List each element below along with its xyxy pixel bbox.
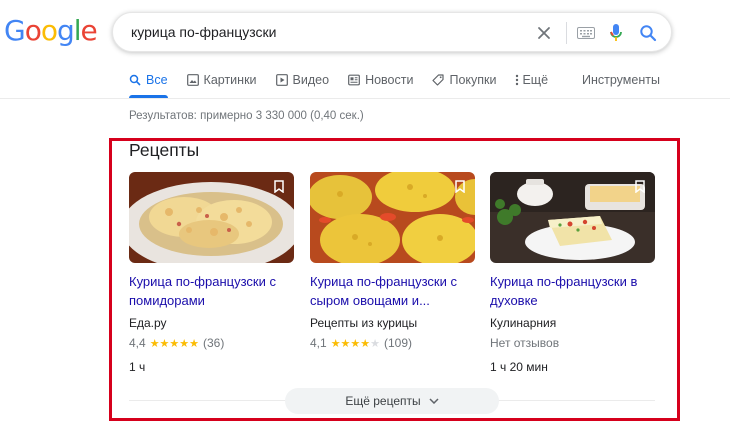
header-divider: [0, 98, 730, 99]
cook-time: 1 ч 20 мин: [490, 360, 548, 374]
tab-all[interactable]: Все: [129, 66, 168, 98]
review-count: (109): [384, 336, 413, 350]
clear-icon[interactable]: [533, 22, 555, 44]
rating-value: 4,1: [310, 336, 327, 350]
recipe-title-link[interactable]: Курица по-французски с помидорами: [129, 272, 294, 310]
no-reviews-label: Нет отзывов: [490, 336, 560, 350]
search-input[interactable]: курица по-французски: [131, 24, 277, 40]
cook-time: 1 ч: [129, 360, 146, 374]
result-stats: Результатов: примерно 3 330 000 (0,40 се…: [129, 110, 364, 122]
video-icon: [275, 74, 288, 86]
tab-news[interactable]: Новости: [348, 66, 413, 94]
search-divider: [566, 22, 567, 44]
tab-label: Покупки: [449, 73, 497, 87]
more-recipes-button[interactable]: Ещё рецепты: [285, 388, 499, 414]
search-tabs: Все Картинки Видео Новости Покупки Ещё: [129, 66, 567, 98]
tab-label: Ещё: [522, 73, 549, 87]
rating-value: 4,4: [129, 336, 146, 350]
recipe-source: Рецепты из курицы: [310, 316, 418, 330]
google-logo[interactable]: Google: [4, 14, 98, 47]
bookmark-icon[interactable]: [635, 180, 645, 198]
logo-letter: l: [73, 14, 82, 47]
image-icon: [186, 74, 199, 86]
recipe-title-link[interactable]: Курица по-французски в духовке: [490, 272, 655, 310]
recipe-image[interactable]: [129, 172, 294, 263]
logo-letter: o: [40, 14, 58, 47]
tab-images[interactable]: Картинки: [186, 66, 257, 94]
recipe-card[interactable]: Курица по-французски с помидорами Еда.ру…: [129, 172, 294, 374]
recipe-rating: 4,1 ★★★★★ (109): [310, 336, 475, 350]
logo-letter: G: [4, 14, 26, 47]
tab-video[interactable]: Видео: [275, 66, 330, 94]
tab-label: Новости: [365, 73, 414, 87]
more-vert-icon: [515, 74, 519, 86]
tools-button[interactable]: Инструменты: [582, 73, 660, 87]
tab-label: Все: [146, 73, 168, 87]
tab-label: Картинки: [203, 73, 257, 87]
recipe-card[interactable]: Курица по-французски с сыром овощами и..…: [310, 172, 475, 350]
review-count: (36): [203, 336, 225, 350]
recipe-title-link[interactable]: Курица по-французски с сыром овощами и..…: [310, 272, 475, 310]
tab-more[interactable]: Ещё: [515, 66, 548, 94]
bookmark-icon[interactable]: [455, 180, 465, 198]
recipe-card[interactable]: Курица по-французски в духовке Кулинарни…: [490, 172, 655, 374]
recipes-heading: Рецепты: [129, 140, 200, 160]
recipe-image[interactable]: [310, 172, 475, 263]
keyboard-icon[interactable]: [575, 22, 597, 44]
star-rating-icon: ★★★★★: [330, 337, 381, 350]
search-icon[interactable]: [637, 22, 659, 44]
mic-icon[interactable]: [605, 22, 627, 44]
recipe-image[interactable]: [490, 172, 655, 263]
tag-icon: [432, 74, 445, 86]
news-icon: [348, 74, 360, 86]
logo-letter: g: [56, 14, 75, 47]
search-icon: [129, 74, 141, 86]
tab-label: Видео: [292, 73, 330, 87]
bookmark-icon[interactable]: [274, 180, 284, 198]
recipe-source: Еда.ру: [129, 316, 167, 330]
recipe-rating: 4,4 ★★★★★ (36): [129, 336, 294, 350]
more-recipes-label: Ещё рецепты: [345, 394, 421, 408]
tab-shopping[interactable]: Покупки: [432, 66, 496, 94]
recipe-rating: Нет отзывов: [490, 336, 655, 350]
logo-letter: e: [80, 14, 98, 47]
recipe-source: Кулинарния: [490, 316, 557, 330]
search-box[interactable]: курица по-французски: [112, 12, 672, 52]
star-rating-icon: ★★★★★: [149, 337, 199, 350]
logo-letter: o: [24, 14, 42, 47]
chevron-down-icon: [429, 398, 439, 404]
